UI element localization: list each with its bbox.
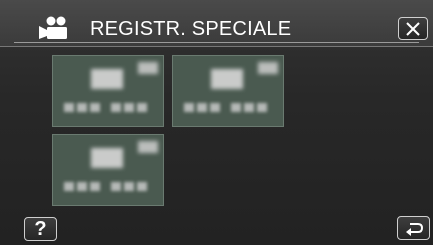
effect-caption-blurred: [64, 182, 156, 192]
close-icon: [406, 21, 420, 36]
screen: REGISTR. SPECIALE ?: [0, 0, 433, 245]
header-bar: REGISTR. SPECIALE: [0, 0, 433, 47]
effect-caption-blurred: [64, 103, 156, 113]
movie-camera-icon: [39, 16, 67, 39]
effect-caption-blurred: [184, 103, 276, 113]
effect-option-1[interactable]: [52, 55, 164, 127]
effect-preview-image: [91, 148, 123, 168]
page-title: REGISTR. SPECIALE: [90, 18, 292, 40]
effect-preview-image: [91, 69, 123, 89]
back-button[interactable]: [397, 216, 430, 240]
effect-preview-image: [211, 69, 243, 89]
help-button[interactable]: ?: [24, 217, 57, 241]
effect-badge: [138, 141, 158, 153]
effect-badge: [138, 62, 158, 74]
close-button[interactable]: [398, 17, 428, 40]
header-divider: [14, 42, 419, 43]
return-arrow-icon: [405, 223, 423, 236]
effect-option-3[interactable]: [52, 134, 164, 206]
help-icon: ?: [34, 217, 47, 240]
effect-option-2[interactable]: [172, 55, 284, 127]
effect-badge: [258, 62, 278, 74]
